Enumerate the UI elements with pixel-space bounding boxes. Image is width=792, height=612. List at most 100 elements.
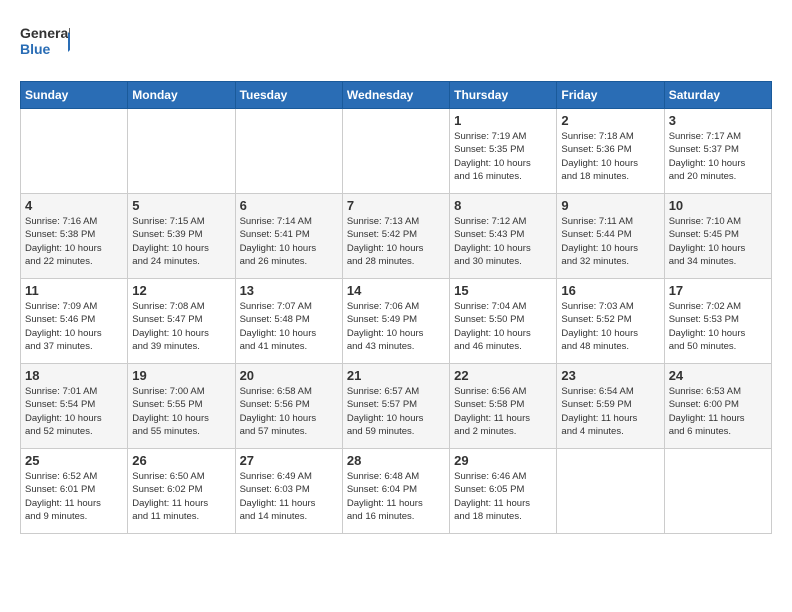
calendar-cell: 15Sunrise: 7:04 AMSunset: 5:50 PMDayligh… [450,279,557,364]
day-info: Sunrise: 7:14 AMSunset: 5:41 PMDaylight:… [240,215,338,268]
day-number: 4 [25,198,123,213]
logo: General Blue [20,20,70,65]
calendar-cell: 7 Sunrise: 7:13 AMSunset: 5:42 PMDaylight… [342,194,449,279]
calendar-cell: 22 Sunrise: 6:56 AMSunset: 5:58 PMDayligh… [450,364,557,449]
calendar-cell: 16 Sunrise: 7:03 AMSunset: 5:52 PMDayligh… [557,279,664,364]
day-info: Sunrise: 7:15 AMSunset: 5:39 PMDaylight:… [132,215,230,268]
day-info: Sunrise: 6:56 AMSunset: 5:58 PMDaylight:… [454,385,552,438]
calendar-week-2: 4 Sunrise: 7:16 AMSunset: 5:38 PMDaylight… [21,194,772,279]
day-info: Sunrise: 7:16 AMSunset: 5:38 PMDaylight:… [25,215,123,268]
day-number: 3 [669,113,767,128]
day-number: 15 [454,283,552,298]
calendar-cell: 26 Sunrise: 6:50 AMSunset: 6:02 PMDayligh… [128,449,235,534]
day-number: 29 [454,453,552,468]
calendar-cell: 14 Sunrise: 7:06 AMSunset: 5:49 PMDayligh… [342,279,449,364]
calendar-cell [21,109,128,194]
weekday-header-tuesday: Tuesday [235,82,342,109]
calendar-cell: 25 Sunrise: 6:52 AMSunset: 6:01 PMDayligh… [21,449,128,534]
calendar-cell [235,109,342,194]
day-number: 14 [347,283,445,298]
logo-container: General Blue [20,20,70,65]
calendar-cell: 11 Sunrise: 7:09 AMSunset: 5:46 PMDayligh… [21,279,128,364]
day-number: 5 [132,198,230,213]
calendar-cell: 13 Sunrise: 7:07 AMSunset: 5:48 PMDayligh… [235,279,342,364]
day-number: 13 [240,283,338,298]
day-info: Sunrise: 6:49 AMSunset: 6:03 PMDaylight:… [240,470,338,523]
day-number: 9 [561,198,659,213]
calendar-cell [342,109,449,194]
calendar-week-4: 18 Sunrise: 7:01 AMSunset: 5:54 PMDayligh… [21,364,772,449]
day-info: Sunrise: 7:09 AMSunset: 5:46 PMDaylight:… [25,300,123,353]
calendar-cell: 23 Sunrise: 6:54 AMSunset: 5:59 PMDayligh… [557,364,664,449]
day-number: 21 [347,368,445,383]
day-number: 16 [561,283,659,298]
day-number: 24 [669,368,767,383]
day-number: 17 [669,283,767,298]
day-info: Sunrise: 7:00 AMSunset: 5:55 PMDaylight:… [132,385,230,438]
calendar-cell: 3 Sunrise: 7:17 AMSunset: 5:37 PMDaylight… [664,109,771,194]
day-info: Sunrise: 7:13 AMSunset: 5:42 PMDaylight:… [347,215,445,268]
calendar-cell: 2 Sunrise: 7:18 AMSunset: 5:36 PMDaylight… [557,109,664,194]
day-info: Sunrise: 7:18 AMSunset: 5:36 PMDaylight:… [561,130,659,183]
logo-icon: General Blue [20,20,70,65]
day-info: Sunrise: 7:01 AMSunset: 5:54 PMDaylight:… [25,385,123,438]
calendar-cell: 29 Sunrise: 6:46 AMSunset: 6:05 PMDayligh… [450,449,557,534]
calendar-table: SundayMondayTuesdayWednesdayThursdayFrid… [20,81,772,534]
calendar-cell: 6 Sunrise: 7:14 AMSunset: 5:41 PMDaylight… [235,194,342,279]
calendar-cell [664,449,771,534]
day-info: Sunrise: 7:17 AMSunset: 5:37 PMDaylight:… [669,130,767,183]
day-info: Sunrise: 6:52 AMSunset: 6:01 PMDaylight:… [25,470,123,523]
calendar-cell: 19 Sunrise: 7:00 AMSunset: 5:55 PMDayligh… [128,364,235,449]
day-info: Sunrise: 6:58 AMSunset: 5:56 PMDaylight:… [240,385,338,438]
weekday-header-thursday: Thursday [450,82,557,109]
day-number: 8 [454,198,552,213]
calendar-cell: 12Sunrise: 7:08 AMSunset: 5:47 PMDayligh… [128,279,235,364]
calendar-cell: 1 Sunrise: 7:19 AMSunset: 5:35 PMDaylight… [450,109,557,194]
weekday-header-row: SundayMondayTuesdayWednesdayThursdayFrid… [21,82,772,109]
day-info: Sunrise: 6:54 AMSunset: 5:59 PMDaylight:… [561,385,659,438]
day-number: 27 [240,453,338,468]
day-info: Sunrise: 6:53 AMSunset: 6:00 PMDaylight:… [669,385,767,438]
calendar-cell: 24 Sunrise: 6:53 AMSunset: 6:00 PMDayligh… [664,364,771,449]
calendar-cell: 10 Sunrise: 7:10 AMSunset: 5:45 PMDayligh… [664,194,771,279]
day-info: Sunrise: 7:02 AMSunset: 5:53 PMDaylight:… [669,300,767,353]
day-number: 11 [25,283,123,298]
day-number: 20 [240,368,338,383]
day-number: 10 [669,198,767,213]
day-number: 22 [454,368,552,383]
day-number: 6 [240,198,338,213]
day-info: Sunrise: 7:10 AMSunset: 5:45 PMDaylight:… [669,215,767,268]
calendar-week-3: 11 Sunrise: 7:09 AMSunset: 5:46 PMDayligh… [21,279,772,364]
calendar-cell: 17 Sunrise: 7:02 AMSunset: 5:53 PMDayligh… [664,279,771,364]
day-info: Sunrise: 7:03 AMSunset: 5:52 PMDaylight:… [561,300,659,353]
calendar-week-1: 1 Sunrise: 7:19 AMSunset: 5:35 PMDaylight… [21,109,772,194]
calendar-cell: 28Sunrise: 6:48 AMSunset: 6:04 PMDayligh… [342,449,449,534]
page-header: General Blue [20,20,772,65]
calendar-cell: 9 Sunrise: 7:11 AMSunset: 5:44 PMDaylight… [557,194,664,279]
day-info: Sunrise: 6:46 AMSunset: 6:05 PMDaylight:… [454,470,552,523]
calendar-cell [557,449,664,534]
day-info: Sunrise: 7:07 AMSunset: 5:48 PMDaylight:… [240,300,338,353]
svg-text:Blue: Blue [20,41,51,57]
day-number: 1 [454,113,552,128]
day-number: 23 [561,368,659,383]
day-info: Sunrise: 7:11 AMSunset: 5:44 PMDaylight:… [561,215,659,268]
day-info: Sunrise: 6:57 AMSunset: 5:57 PMDaylight:… [347,385,445,438]
calendar-week-5: 25 Sunrise: 6:52 AMSunset: 6:01 PMDayligh… [21,449,772,534]
day-info: Sunrise: 7:19 AMSunset: 5:35 PMDaylight:… [454,130,552,183]
weekday-header-monday: Monday [128,82,235,109]
calendar-cell: 21 Sunrise: 6:57 AMSunset: 5:57 PMDayligh… [342,364,449,449]
calendar-cell [128,109,235,194]
day-number: 2 [561,113,659,128]
day-info: Sunrise: 7:08 AMSunset: 5:47 PMDaylight:… [132,300,230,353]
weekday-header-wednesday: Wednesday [342,82,449,109]
day-info: Sunrise: 6:50 AMSunset: 6:02 PMDaylight:… [132,470,230,523]
calendar-cell: 5 Sunrise: 7:15 AMSunset: 5:39 PMDaylight… [128,194,235,279]
day-number: 25 [25,453,123,468]
day-number: 19 [132,368,230,383]
day-number: 26 [132,453,230,468]
weekday-header-sunday: Sunday [21,82,128,109]
day-number: 7 [347,198,445,213]
day-number: 18 [25,368,123,383]
day-info: Sunrise: 7:06 AMSunset: 5:49 PMDaylight:… [347,300,445,353]
